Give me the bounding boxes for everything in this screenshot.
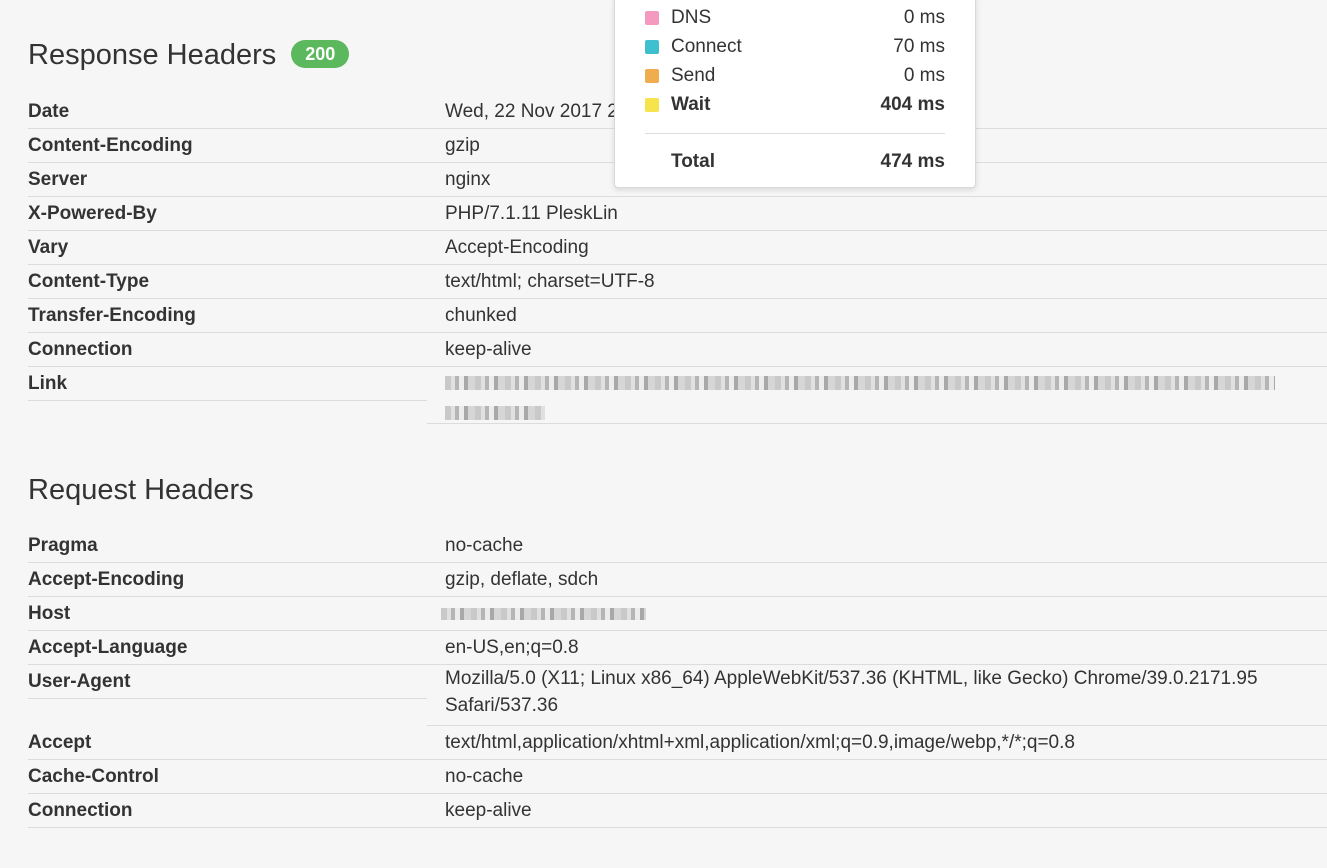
- timing-label: Connect: [671, 36, 742, 57]
- timing-popover: DNS 0 ms Connect 70 ms Send 0 ms Wait 40…: [614, 0, 976, 188]
- header-name: Server: [28, 163, 427, 197]
- connect-swatch: [645, 40, 659, 54]
- table-row: User-Agent Mozilla/5.0 (X11; Linux x86_6…: [28, 665, 1327, 726]
- header-name: Connection: [28, 333, 427, 367]
- header-name: Content-Encoding: [28, 129, 427, 163]
- timing-label: Wait: [671, 94, 711, 115]
- header-name: User-Agent: [28, 665, 427, 699]
- send-swatch: [645, 69, 659, 83]
- timing-value: 404 ms: [880, 94, 945, 115]
- header-name: Accept-Language: [28, 631, 427, 665]
- header-name: X-Powered-By: [28, 197, 427, 231]
- header-value: keep-alive: [427, 794, 1327, 828]
- header-value: gzip, deflate, sdch: [427, 563, 1327, 597]
- timing-label: Send: [671, 65, 716, 86]
- header-name: Host: [28, 597, 427, 631]
- redacted-link-line-2: [445, 405, 545, 420]
- redacted-link-line-1: [445, 375, 1275, 390]
- request-headers-title: Request Headers: [28, 474, 254, 506]
- table-row: Connection keep-alive: [28, 794, 1327, 828]
- header-value: no-cache: [427, 529, 1327, 563]
- request-headers-table: Pragma no-cache Accept-Encoding gzip, de…: [28, 529, 1327, 828]
- table-row: Content-Type text/html; charset=UTF-8: [28, 265, 1327, 299]
- table-row: Pragma no-cache: [28, 529, 1327, 563]
- header-value: chunked: [427, 299, 1327, 333]
- timing-value: 70 ms: [893, 36, 945, 57]
- header-name: Vary: [28, 231, 427, 265]
- header-name: Transfer-Encoding: [28, 299, 427, 333]
- header-name: Cache-Control: [28, 760, 427, 794]
- response-headers-title: Response Headers: [28, 39, 277, 71]
- header-name: Accept-Encoding: [28, 563, 427, 597]
- table-row: Transfer-Encoding chunked: [28, 299, 1327, 333]
- dns-swatch: [645, 11, 659, 25]
- table-row: Cache-Control no-cache: [28, 760, 1327, 794]
- header-value: text/html; charset=UTF-8: [427, 265, 1327, 299]
- header-name: Pragma: [28, 529, 427, 563]
- redacted-host: [441, 607, 646, 620]
- header-name: Connection: [28, 794, 427, 828]
- header-value: Accept-Encoding: [427, 231, 1327, 265]
- table-row: Vary Accept-Encoding: [28, 231, 1327, 265]
- response-headers-heading: Response Headers 200: [28, 38, 350, 72]
- table-row: Host: [28, 597, 1327, 631]
- header-value: Mozilla/5.0 (X11; Linux x86_64) AppleWeb…: [427, 661, 1327, 726]
- header-value: text/html,application/xhtml+xml,applicat…: [427, 726, 1327, 760]
- header-name: Link: [28, 367, 427, 401]
- table-row: X-Powered-By PHP/7.1.11 PleskLin: [28, 197, 1327, 231]
- header-value: en-US,en;q=0.8: [427, 631, 1327, 665]
- status-badge: 200: [291, 40, 350, 68]
- header-value-redacted: [427, 597, 1327, 631]
- timing-total-label: Total: [671, 151, 715, 172]
- table-row: Accept-Encoding gzip, deflate, sdch: [28, 563, 1327, 597]
- header-value: no-cache: [427, 760, 1327, 794]
- header-name: Accept: [28, 726, 427, 760]
- header-value-redacted: [427, 363, 1327, 424]
- timing-label: DNS: [671, 7, 712, 28]
- table-row: Accept text/html,application/xhtml+xml,a…: [28, 726, 1327, 760]
- header-name: Content-Type: [28, 265, 427, 299]
- header-value: PHP/7.1.11 PleskLin: [427, 197, 1327, 231]
- header-name: Date: [28, 95, 427, 129]
- table-row: Accept-Language en-US,en;q=0.8: [28, 631, 1327, 665]
- table-row: Connection keep-alive: [28, 333, 1327, 367]
- wait-swatch: [645, 98, 659, 112]
- timing-total-value: 474 ms: [880, 151, 945, 172]
- header-value: keep-alive: [427, 333, 1327, 367]
- page: Response Headers 200 Date Wed, 22 Nov 201…: [0, 0, 1327, 868]
- table-row: Link: [28, 367, 1327, 424]
- timing-value: 0 ms: [903, 65, 945, 86]
- timing-value: 0 ms: [903, 7, 945, 28]
- timing-divider: [645, 133, 945, 134]
